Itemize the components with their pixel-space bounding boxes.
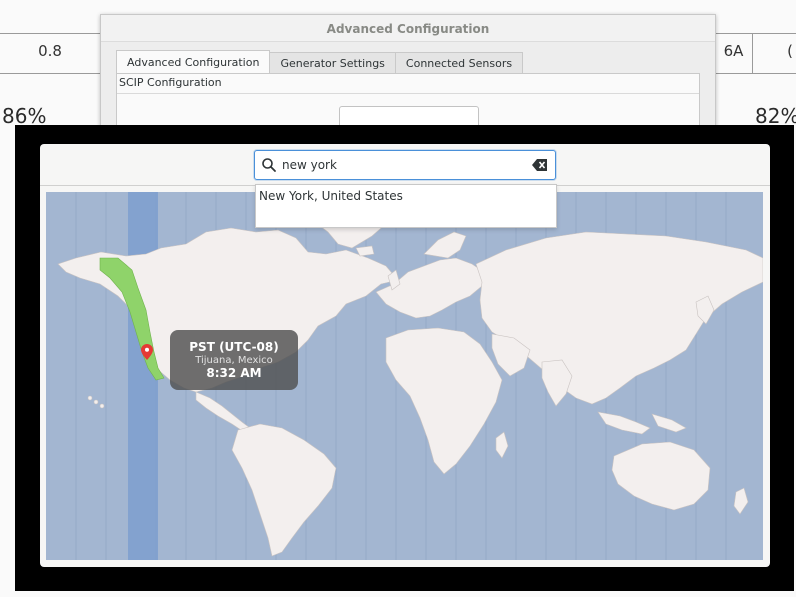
table-col-divider [752,33,753,73]
tab-bar: Advanced Configuration Generator Setting… [116,50,524,74]
section-label: SCIP Configuration [119,76,222,89]
divider [117,93,699,94]
world-map-graphic [57,192,763,560]
suggestion-item[interactable]: New York, United States [259,189,403,203]
search-icon [262,158,276,172]
table-header-cell: 0.8 [38,42,62,60]
timezone-time: 8:32 AM [206,366,262,380]
timezone-panel: new york New York, United States PST (UT… [40,144,770,567]
timezone-label: PST (UTC-08) [189,340,279,354]
location-search-input[interactable]: new york [254,150,556,180]
table-header-cell: 6A [723,42,744,60]
dialog-title: Advanced Configuration [101,15,715,42]
search-value: new york [282,158,337,172]
timezone-overlay: new york New York, United States PST (UT… [15,125,794,591]
tab-connected-sensors[interactable]: Connected Sensors [394,52,524,74]
timezone-city: Tijuana, Mexico [195,355,273,366]
table-header-cell: ( [787,42,793,60]
tab-generator-settings[interactable]: Generator Settings [269,52,396,74]
search-suggestions: New York, United States [255,184,557,228]
timezone-info-bubble: PST (UTC-08) Tijuana, Mexico 8:32 AM [170,330,298,390]
location-pin-icon[interactable] [141,344,153,360]
clear-icon[interactable] [532,158,548,172]
tab-advanced-configuration[interactable]: Advanced Configuration [116,50,271,74]
world-timezone-map[interactable] [46,192,763,560]
